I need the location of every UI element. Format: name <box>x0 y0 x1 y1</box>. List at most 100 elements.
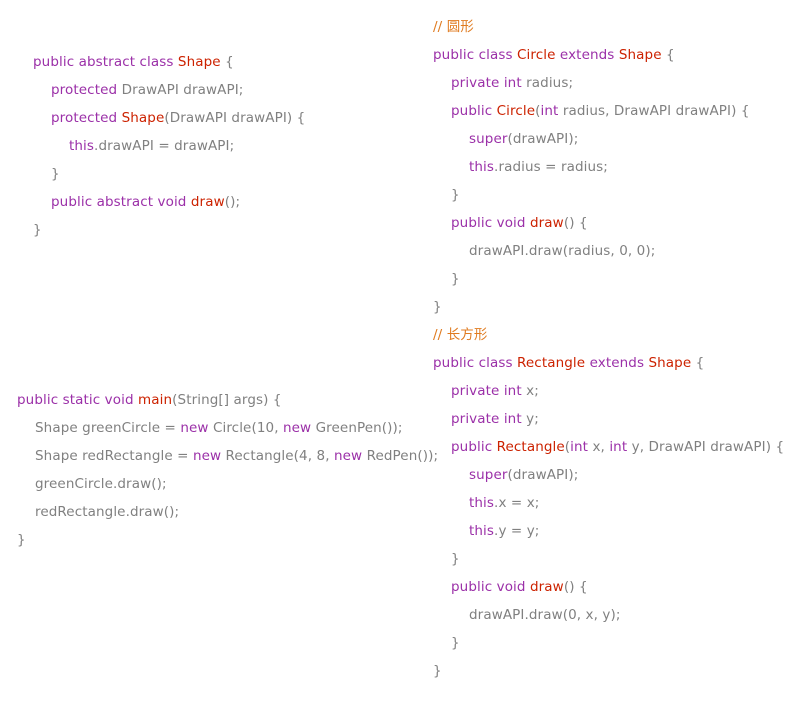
code-token-cmt: // 圆形 <box>433 19 474 35</box>
code-token-id: (DrawAPI drawAPI) { <box>164 110 306 126</box>
code-line: private int radius; <box>433 69 801 97</box>
code-token-id: () { <box>563 579 588 595</box>
code-line: public Circle(int radius, DrawAPI drawAP… <box>433 97 801 125</box>
code-line: public abstract class Shape { <box>33 48 453 76</box>
code-token-kw: int <box>609 439 628 455</box>
code-token-id: } <box>451 635 460 651</box>
code-token-id: .x = x; <box>494 495 540 511</box>
code-token-cls: draw <box>529 579 564 595</box>
code-token-cls: Circle <box>517 47 556 63</box>
code-token-id: .drawAPI = drawAPI; <box>94 138 235 154</box>
code-line: Shape redRectangle = new Rectangle(4, 8,… <box>17 442 438 470</box>
code-line: private int x; <box>433 377 801 405</box>
code-token-cls: Shape <box>177 54 221 70</box>
code-token-id: { <box>220 54 234 70</box>
code-line: public class Rectangle extends Shape { <box>433 349 801 377</box>
code-token-kw: this <box>469 495 495 511</box>
code-line: drawAPI.draw(0, x, y); <box>433 601 801 629</box>
code-line: } <box>17 526 437 554</box>
code-block-circle-class: // 圆形 public class Circle extends Shape {… <box>420 13 801 321</box>
code-line: public static void main(String[] args) { <box>17 386 437 414</box>
code-line: Shape greenCircle = new Circle(10, new G… <box>17 414 437 442</box>
code-token-id: (); <box>224 194 241 210</box>
code-token-id: () { <box>563 215 588 231</box>
code-line: protected Shape(DrawAPI drawAPI) { <box>33 104 453 132</box>
code-line: public abstract void draw(); <box>33 188 453 216</box>
code-token-kw: public void <box>451 215 530 231</box>
code-line: } <box>433 657 801 685</box>
code-token-kw: this <box>469 523 495 539</box>
code-line: } <box>433 181 801 209</box>
code-token-kw: extends <box>555 47 619 63</box>
code-token-kw: public static void <box>17 392 139 408</box>
code-token-kw: protected <box>51 82 118 98</box>
code-line: drawAPI.draw(radius, 0, 0); <box>433 237 801 265</box>
code-token-cls: Shape <box>618 47 662 63</box>
code-line: this.x = x; <box>433 489 801 517</box>
code-token-id: } <box>451 187 460 203</box>
code-line: } <box>433 545 801 573</box>
code-token-id: (String[] args) { <box>172 392 282 408</box>
code-line: } <box>433 293 801 321</box>
code-token-kw: this <box>69 138 95 154</box>
code-block-rectangle-class: // 长方形 public class Rectangle extends Sha… <box>420 321 801 685</box>
code-token-kw: super <box>469 467 508 483</box>
code-line: this.y = y; <box>433 517 801 545</box>
code-token-id: radius, DrawAPI drawAPI) { <box>558 103 750 119</box>
code-token-kw: public class <box>433 47 518 63</box>
code-line: // 圆形 <box>433 13 801 41</box>
code-token-kw: public abstract void <box>51 194 191 210</box>
code-token-id: Rectangle(4, 8, <box>221 448 334 464</box>
code-token-id: .radius = radius; <box>494 159 608 175</box>
code-token-id: } <box>433 299 442 315</box>
code-token-kw: super <box>469 131 508 147</box>
code-token-cls: draw <box>529 215 564 231</box>
code-token-kw: private int <box>451 383 522 399</box>
code-line: super(drawAPI); <box>433 125 801 153</box>
code-token-kw: new <box>283 420 312 436</box>
code-line: public Rectangle(int x, int y, DrawAPI d… <box>433 433 801 461</box>
code-token-id: } <box>51 166 60 182</box>
code-line: redRectangle.draw(); <box>17 498 437 526</box>
code-token-id: redRectangle.draw(); <box>35 504 180 520</box>
code-line: private int y; <box>433 405 801 433</box>
code-line: protected DrawAPI drawAPI; <box>33 76 453 104</box>
code-token-cls: Shape <box>648 355 692 371</box>
code-line: this.radius = radius; <box>433 153 801 181</box>
code-token-id: x; <box>521 383 539 399</box>
code-token-kw: private int <box>451 411 522 427</box>
code-token-id: drawAPI.draw(0, x, y); <box>469 607 621 623</box>
code-token-id: y, DrawAPI drawAPI) { <box>627 439 785 455</box>
code-token-kw: int <box>570 439 589 455</box>
code-token-id: Shape redRectangle = <box>35 448 193 464</box>
code-line: super(drawAPI); <box>433 461 801 489</box>
code-line: this.drawAPI = drawAPI; <box>33 132 453 160</box>
code-token-cls: Rectangle <box>517 355 586 371</box>
code-token-cls: Shape <box>121 110 165 126</box>
code-token-id: x, <box>588 439 610 455</box>
code-token-id: Shape greenCircle = <box>35 420 181 436</box>
code-token-kw: private int <box>451 75 522 91</box>
code-token-id: } <box>17 532 26 548</box>
code-token-id: (drawAPI); <box>507 131 579 147</box>
code-token-id: { <box>691 355 705 371</box>
code-token-id: y; <box>521 411 539 427</box>
code-token-id: } <box>33 222 42 238</box>
code-block-main-method: public static void main(String[] args) {… <box>0 386 438 554</box>
code-token-kw: public void <box>451 579 530 595</box>
code-token-id: (drawAPI); <box>507 467 579 483</box>
code-line: } <box>433 265 801 293</box>
code-token-kw: public class <box>433 355 518 371</box>
code-token-kw: extends <box>585 355 649 371</box>
code-line: } <box>33 160 453 188</box>
code-token-kw: protected <box>51 110 122 126</box>
code-token-kw: new <box>180 420 209 436</box>
code-line: public class Circle extends Shape { <box>433 41 801 69</box>
code-token-id: { <box>661 47 675 63</box>
code-token-id: DrawAPI drawAPI; <box>117 82 244 98</box>
code-token-id: drawAPI.draw(radius, 0, 0); <box>469 243 656 259</box>
code-block-shape-abstract-class: public abstract class Shape {protected D… <box>0 48 453 244</box>
code-token-kw: public abstract class <box>33 54 178 70</box>
code-token-cls: draw <box>190 194 225 210</box>
code-token-kw: new <box>192 448 222 464</box>
